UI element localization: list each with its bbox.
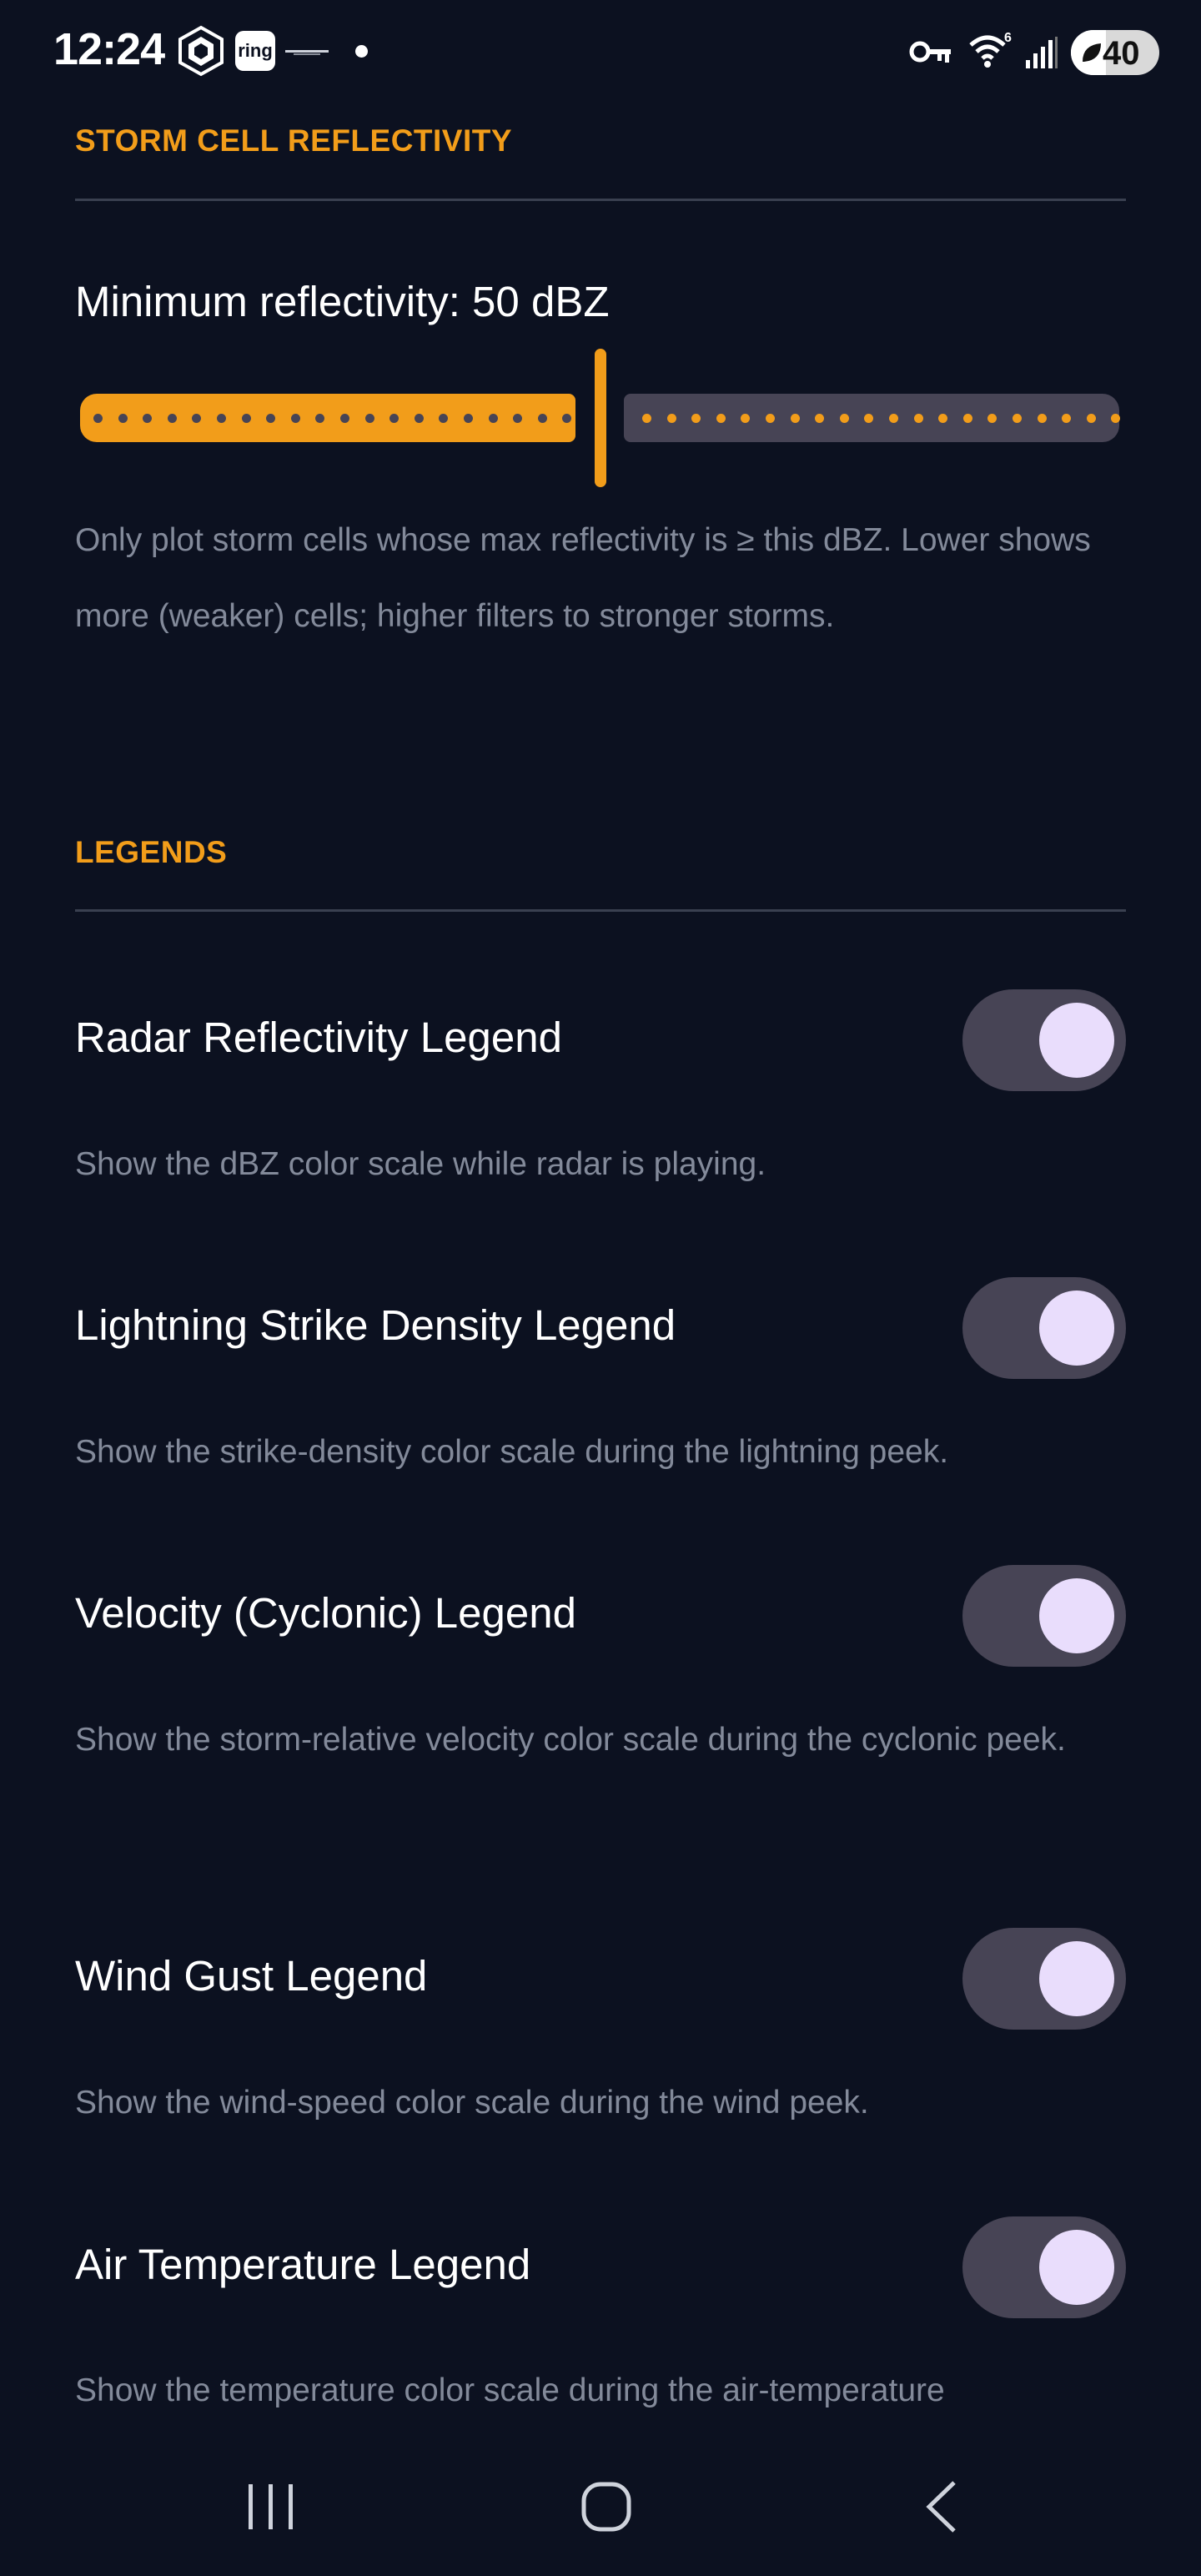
slider-tick-mark [488,414,498,423]
wifi-6-icon: 6 [969,31,1012,68]
radar-reflectivity-legend-title: Radar Reflectivity Legend [75,1014,562,1061]
crypto-com-icon [178,25,224,77]
air-temperature-legend-toggle[interactable] [962,2216,1126,2318]
storm-section-divider [75,199,1126,201]
home-icon[interactable] [579,2479,634,2534]
lightning-density-legend-title: Lightning Strike Density Legend [75,1301,676,1349]
velocity-cyclonic-legend-description: Show the storm-relative velocity color s… [75,1722,1066,1758]
velocity-cyclonic-legend-toggle[interactable] [962,1565,1126,1667]
battery-level: 40 [1103,35,1140,72]
toggle-knob [1039,1291,1114,1366]
battery-saver-icon [1083,43,1101,62]
toggle-knob [1039,2230,1114,2305]
legends-section-divider [75,909,1126,912]
slider-tick-mark [118,414,128,423]
air-temperature-legend-description: Show the temperature color scale during … [75,2372,945,2408]
slider-tick-mark [1086,414,1096,423]
lightning-density-legend-toggle[interactable] [962,1277,1126,1379]
storm-section-description: Only plot storm cells whose max reflecti… [75,522,1091,634]
slider-tick-mark [889,414,898,423]
wind-gust-legend-description: Show the wind-speed color scale during t… [75,2085,869,2121]
slider-tick-mark [241,414,251,423]
toggle-knob [1039,1003,1114,1078]
slider-tick-mark [364,414,374,423]
lightning-density-legend-description: Show the strike-density color scale duri… [75,1434,949,1470]
vpn-key-icon [909,41,951,63]
signal-icon [1026,37,1058,68]
air-temperature-legend-title: Air Temperature Legend [75,2241,531,2288]
slider-thumb[interactable] [595,349,606,487]
min-reflectivity-label: Minimum reflectivity: 50 dBZ [75,278,610,325]
slider-tick-mark [790,414,800,423]
slider-tick-mark [290,414,300,423]
storm-section-header: STORM CELL REFLECTIVITY [75,123,513,158]
status-bar: 12:24 ring 6 40 [0,0,1201,104]
slider-tick-mark [839,414,849,423]
brand-icon [285,50,329,55]
legends-section-header: LEGENDS [75,835,228,869]
slider-tick-mark [766,414,775,423]
slider-tick-mark [1037,414,1047,423]
navigation-bar [0,2444,1201,2576]
toggle-knob [1039,1941,1114,2016]
slider-tick-mark [716,414,726,423]
notification-dot-icon [355,45,368,58]
slider-tick-mark [537,414,547,423]
slider-tick-mark [666,414,676,423]
slider-tick-mark [217,414,226,423]
back-icon[interactable] [921,2479,962,2534]
radar-reflectivity-legend-description: Show the dBZ color scale while radar is … [75,1146,766,1182]
battery-indicator: 40 [1071,30,1159,75]
velocity-cyclonic-legend-title: Velocity (Cyclonic) Legend [75,1589,576,1637]
slider-tick-mark [167,414,177,423]
radar-reflectivity-legend-toggle[interactable] [962,989,1126,1091]
status-time: 12:24 [53,24,165,74]
toggle-knob [1039,1578,1114,1653]
slider-tick-mark [642,414,651,423]
slider-tick-mark [414,414,424,423]
slider-tick-mark [93,414,103,423]
slider-tick-mark [1013,414,1022,423]
slider-active-track[interactable] [80,394,575,442]
slider-tick-mark [962,414,972,423]
min-reflectivity-slider[interactable] [80,349,1121,489]
wind-gust-legend-toggle[interactable] [962,1928,1126,2030]
svg-text:6: 6 [1004,31,1012,45]
wind-gust-legend-title: Wind Gust Legend [75,1952,428,2000]
slider-tick-mark [340,414,349,423]
recent-apps-icon[interactable] [242,2479,300,2534]
slider-tick-mark [464,414,473,423]
slider-tick-mark [913,414,923,423]
ring-icon: ring [235,31,275,71]
